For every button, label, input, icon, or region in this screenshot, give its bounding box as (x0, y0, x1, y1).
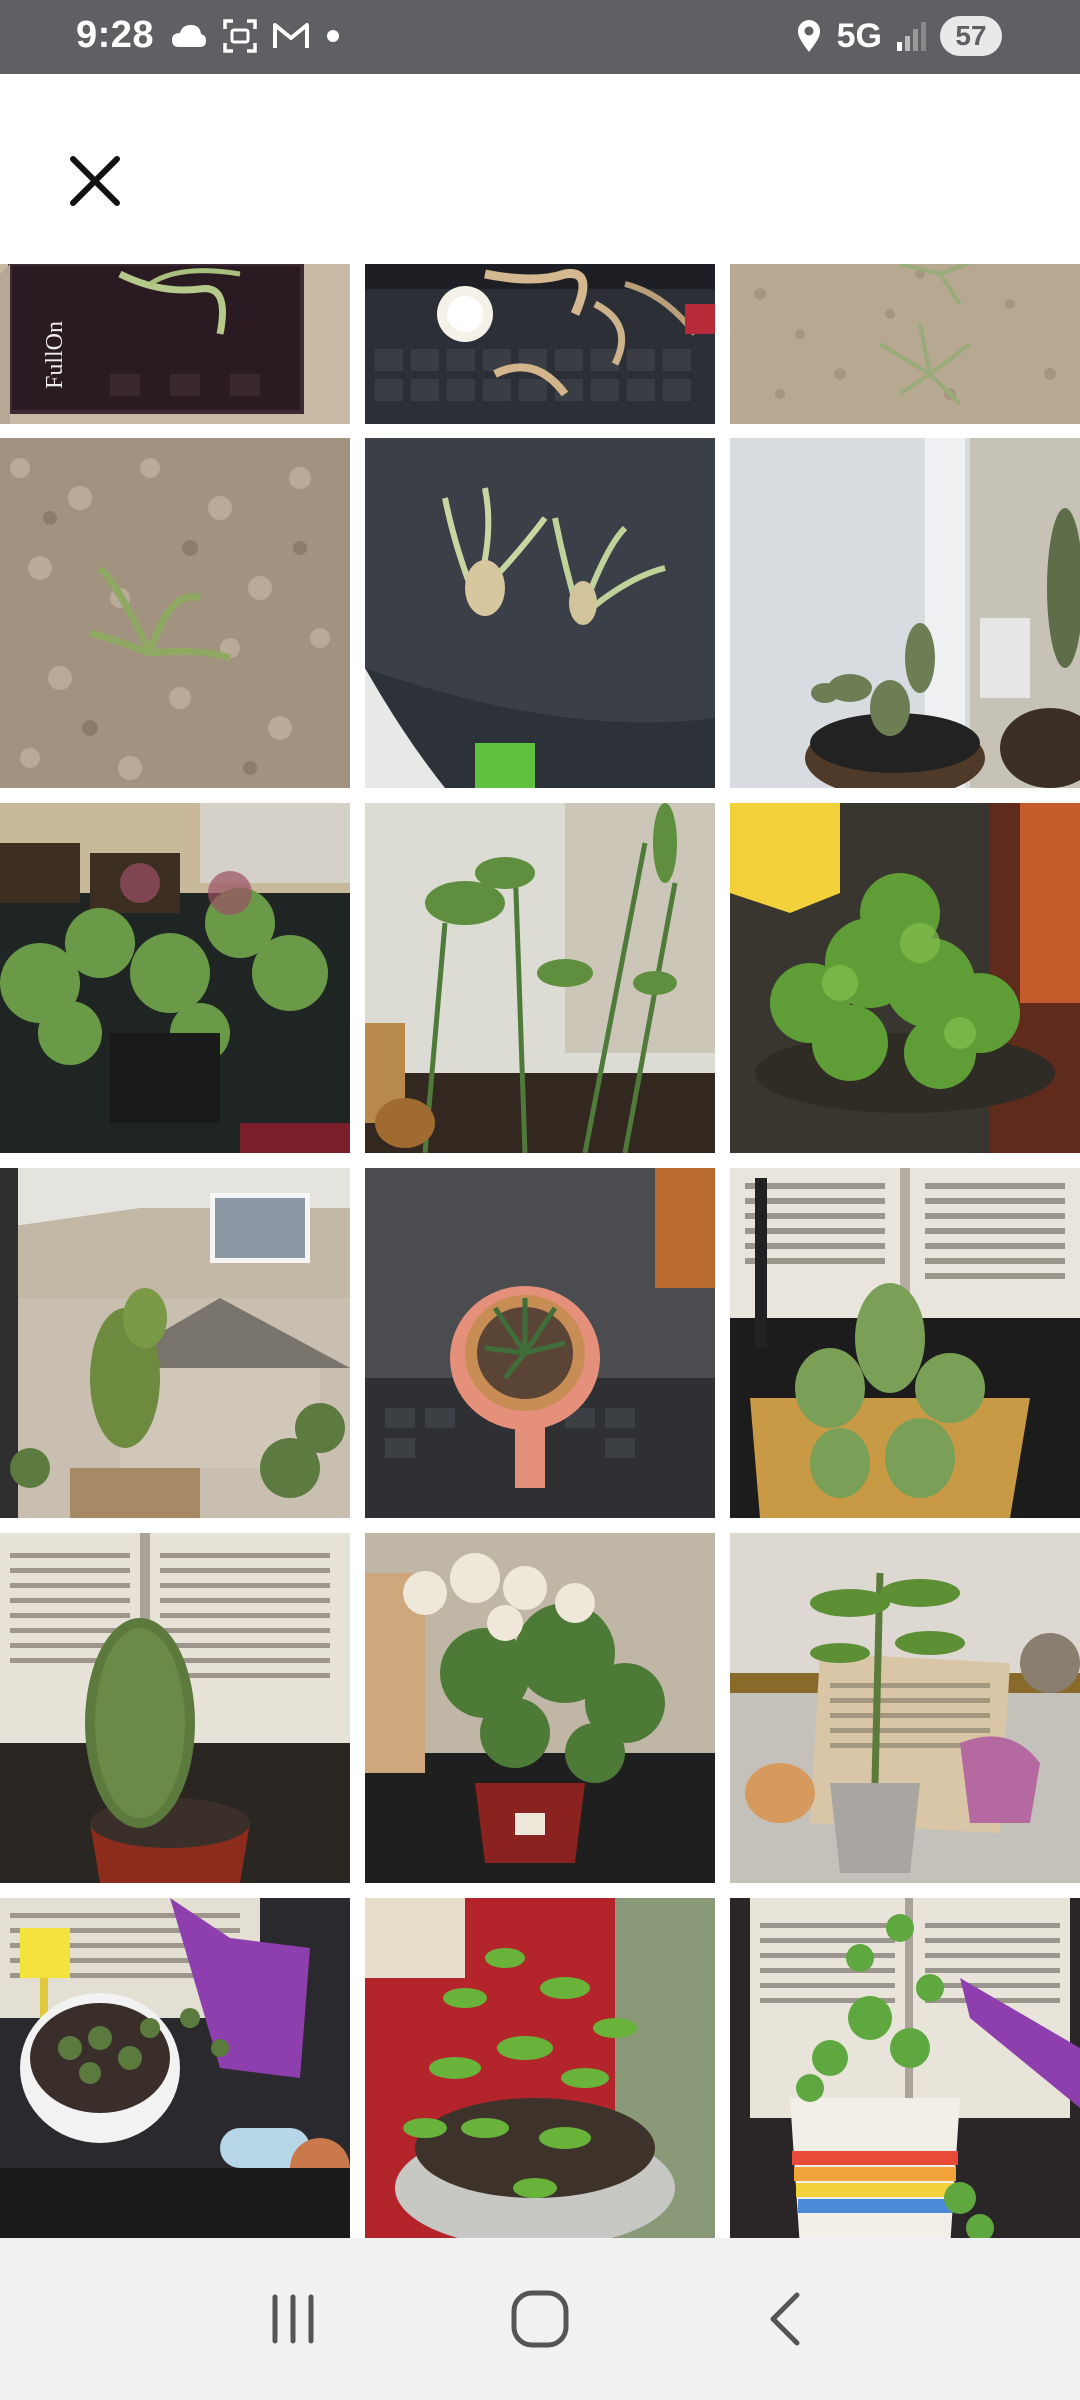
back-icon (770, 2292, 800, 2346)
back-button[interactable] (727, 2259, 847, 2379)
cloud-icon (172, 25, 206, 47)
dot-icon (327, 30, 339, 42)
navigation-bar (0, 2238, 1080, 2400)
gmail-icon (273, 23, 309, 48)
screenshot-icon (223, 19, 257, 53)
recent-apps-icon (272, 2294, 314, 2344)
photo-thumbnail[interactable] (0, 1898, 350, 2238)
photo-thumbnail[interactable] (365, 264, 715, 424)
photo-thumbnail[interactable] (730, 1533, 1080, 1883)
photo-thumbnail[interactable] (0, 438, 350, 788)
photo-thumbnail[interactable] (365, 803, 715, 1153)
photo-thumbnail[interactable] (0, 1168, 350, 1518)
signal-icon (897, 22, 926, 51)
photo-thumbnail[interactable] (730, 1168, 1080, 1518)
photo-thumbnail[interactable] (365, 1898, 715, 2238)
battery-indicator: 57 (940, 16, 1002, 56)
home-icon (511, 2290, 569, 2348)
tray-text: FullOn (42, 321, 68, 389)
home-button[interactable] (480, 2259, 600, 2379)
status-time: 9:28 (76, 14, 155, 56)
system-icons: 5G 57 (795, 16, 1002, 56)
close-icon (70, 156, 120, 206)
status-bar: 9:28 5G 57 (0, 0, 1080, 74)
network-type: 5G (836, 16, 882, 55)
photo-thumbnail[interactable] (0, 1533, 350, 1883)
notification-icons (170, 18, 342, 54)
tray-logo: FullOn (42, 321, 68, 389)
photo-thumbnail[interactable] (365, 1533, 715, 1883)
location-icon (797, 20, 820, 52)
photo-thumbnail[interactable] (730, 1898, 1080, 2238)
close-button[interactable] (58, 144, 132, 218)
photo-thumbnail[interactable] (365, 1168, 715, 1518)
viewer-header (0, 74, 1080, 264)
photo-grid: FullOn (0, 264, 1080, 2238)
photo-thumbnail[interactable] (730, 264, 1080, 424)
photo-thumbnail[interactable] (365, 438, 715, 788)
photo-thumbnail[interactable] (730, 803, 1080, 1153)
photo-thumbnail[interactable] (730, 438, 1080, 788)
recent-apps-button[interactable] (233, 2259, 353, 2379)
photo-thumbnail[interactable] (0, 803, 350, 1153)
photo-thumbnail[interactable]: FullOn (0, 264, 350, 424)
